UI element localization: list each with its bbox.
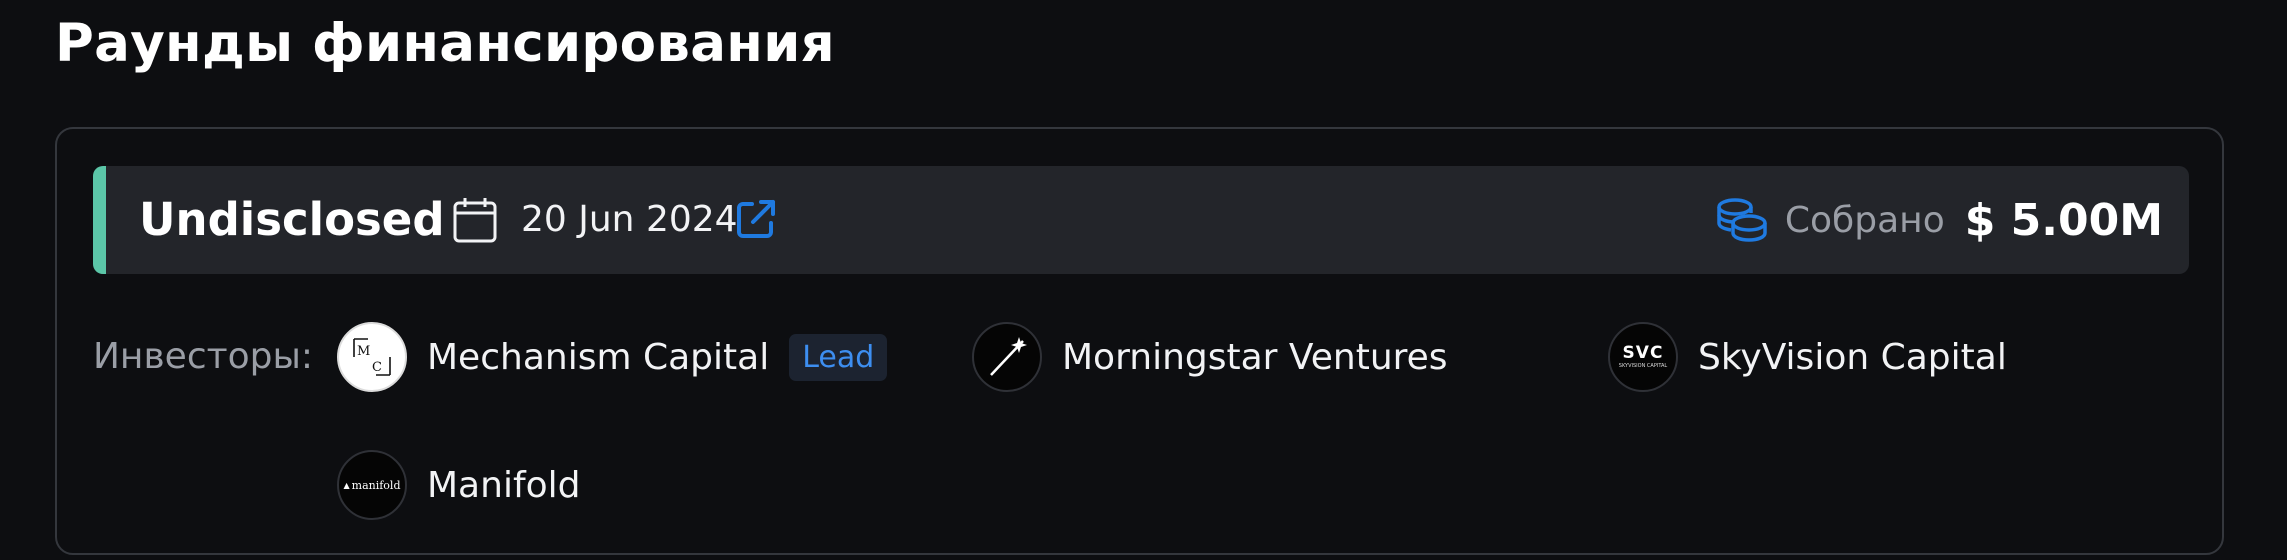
- investors-label: Инвесторы:: [93, 336, 314, 377]
- round-header: Undisclosed 20 Jun 2024 Собрано $ 5.00M: [93, 166, 2189, 274]
- round-accent-stripe: [93, 166, 106, 274]
- external-link-icon[interactable]: [735, 198, 777, 240]
- raised-amount: $ 5.00M: [1964, 194, 2163, 246]
- mechanism-capital-logo: M C: [337, 322, 407, 392]
- investor-name: Manifold: [427, 464, 581, 506]
- raised-label: Собрано: [1784, 199, 1945, 241]
- investor-morningstar-ventures[interactable]: Morningstar Ventures: [972, 321, 1448, 393]
- investor-skyvision-capital[interactable]: SVC SKYVISION CAPITAL SkyVision Capital: [1608, 321, 2007, 393]
- morningstar-ventures-logo: [972, 322, 1042, 392]
- svg-text:C: C: [372, 360, 382, 375]
- round-date: 20 Jun 2024: [521, 199, 738, 240]
- skyvision-capital-logo: SVC SKYVISION CAPITAL: [1608, 322, 1678, 392]
- calendar-icon: [453, 198, 497, 243]
- investor-name: SkyVision Capital: [1698, 336, 2007, 378]
- investor-name: Mechanism Capital: [427, 336, 770, 378]
- raised-summary: Собрано $ 5.00M: [1715, 166, 2163, 274]
- funding-round-card: Undisclosed 20 Jun 2024 Собрано $ 5.00M: [55, 127, 2224, 555]
- section-title: Раунды финансирования: [55, 13, 835, 74]
- lead-badge: Lead: [789, 333, 888, 381]
- svg-text:M: M: [357, 344, 370, 359]
- round-type: Undisclosed: [139, 193, 445, 246]
- investor-manifold[interactable]: ▲ manifold Manifold: [337, 449, 581, 521]
- coins-icon: [1717, 198, 1767, 242]
- investor-name: Morningstar Ventures: [1062, 336, 1448, 378]
- manifold-logo: ▲ manifold: [337, 450, 407, 520]
- investor-mechanism-capital[interactable]: M C Mechanism Capital Lead: [337, 321, 888, 393]
